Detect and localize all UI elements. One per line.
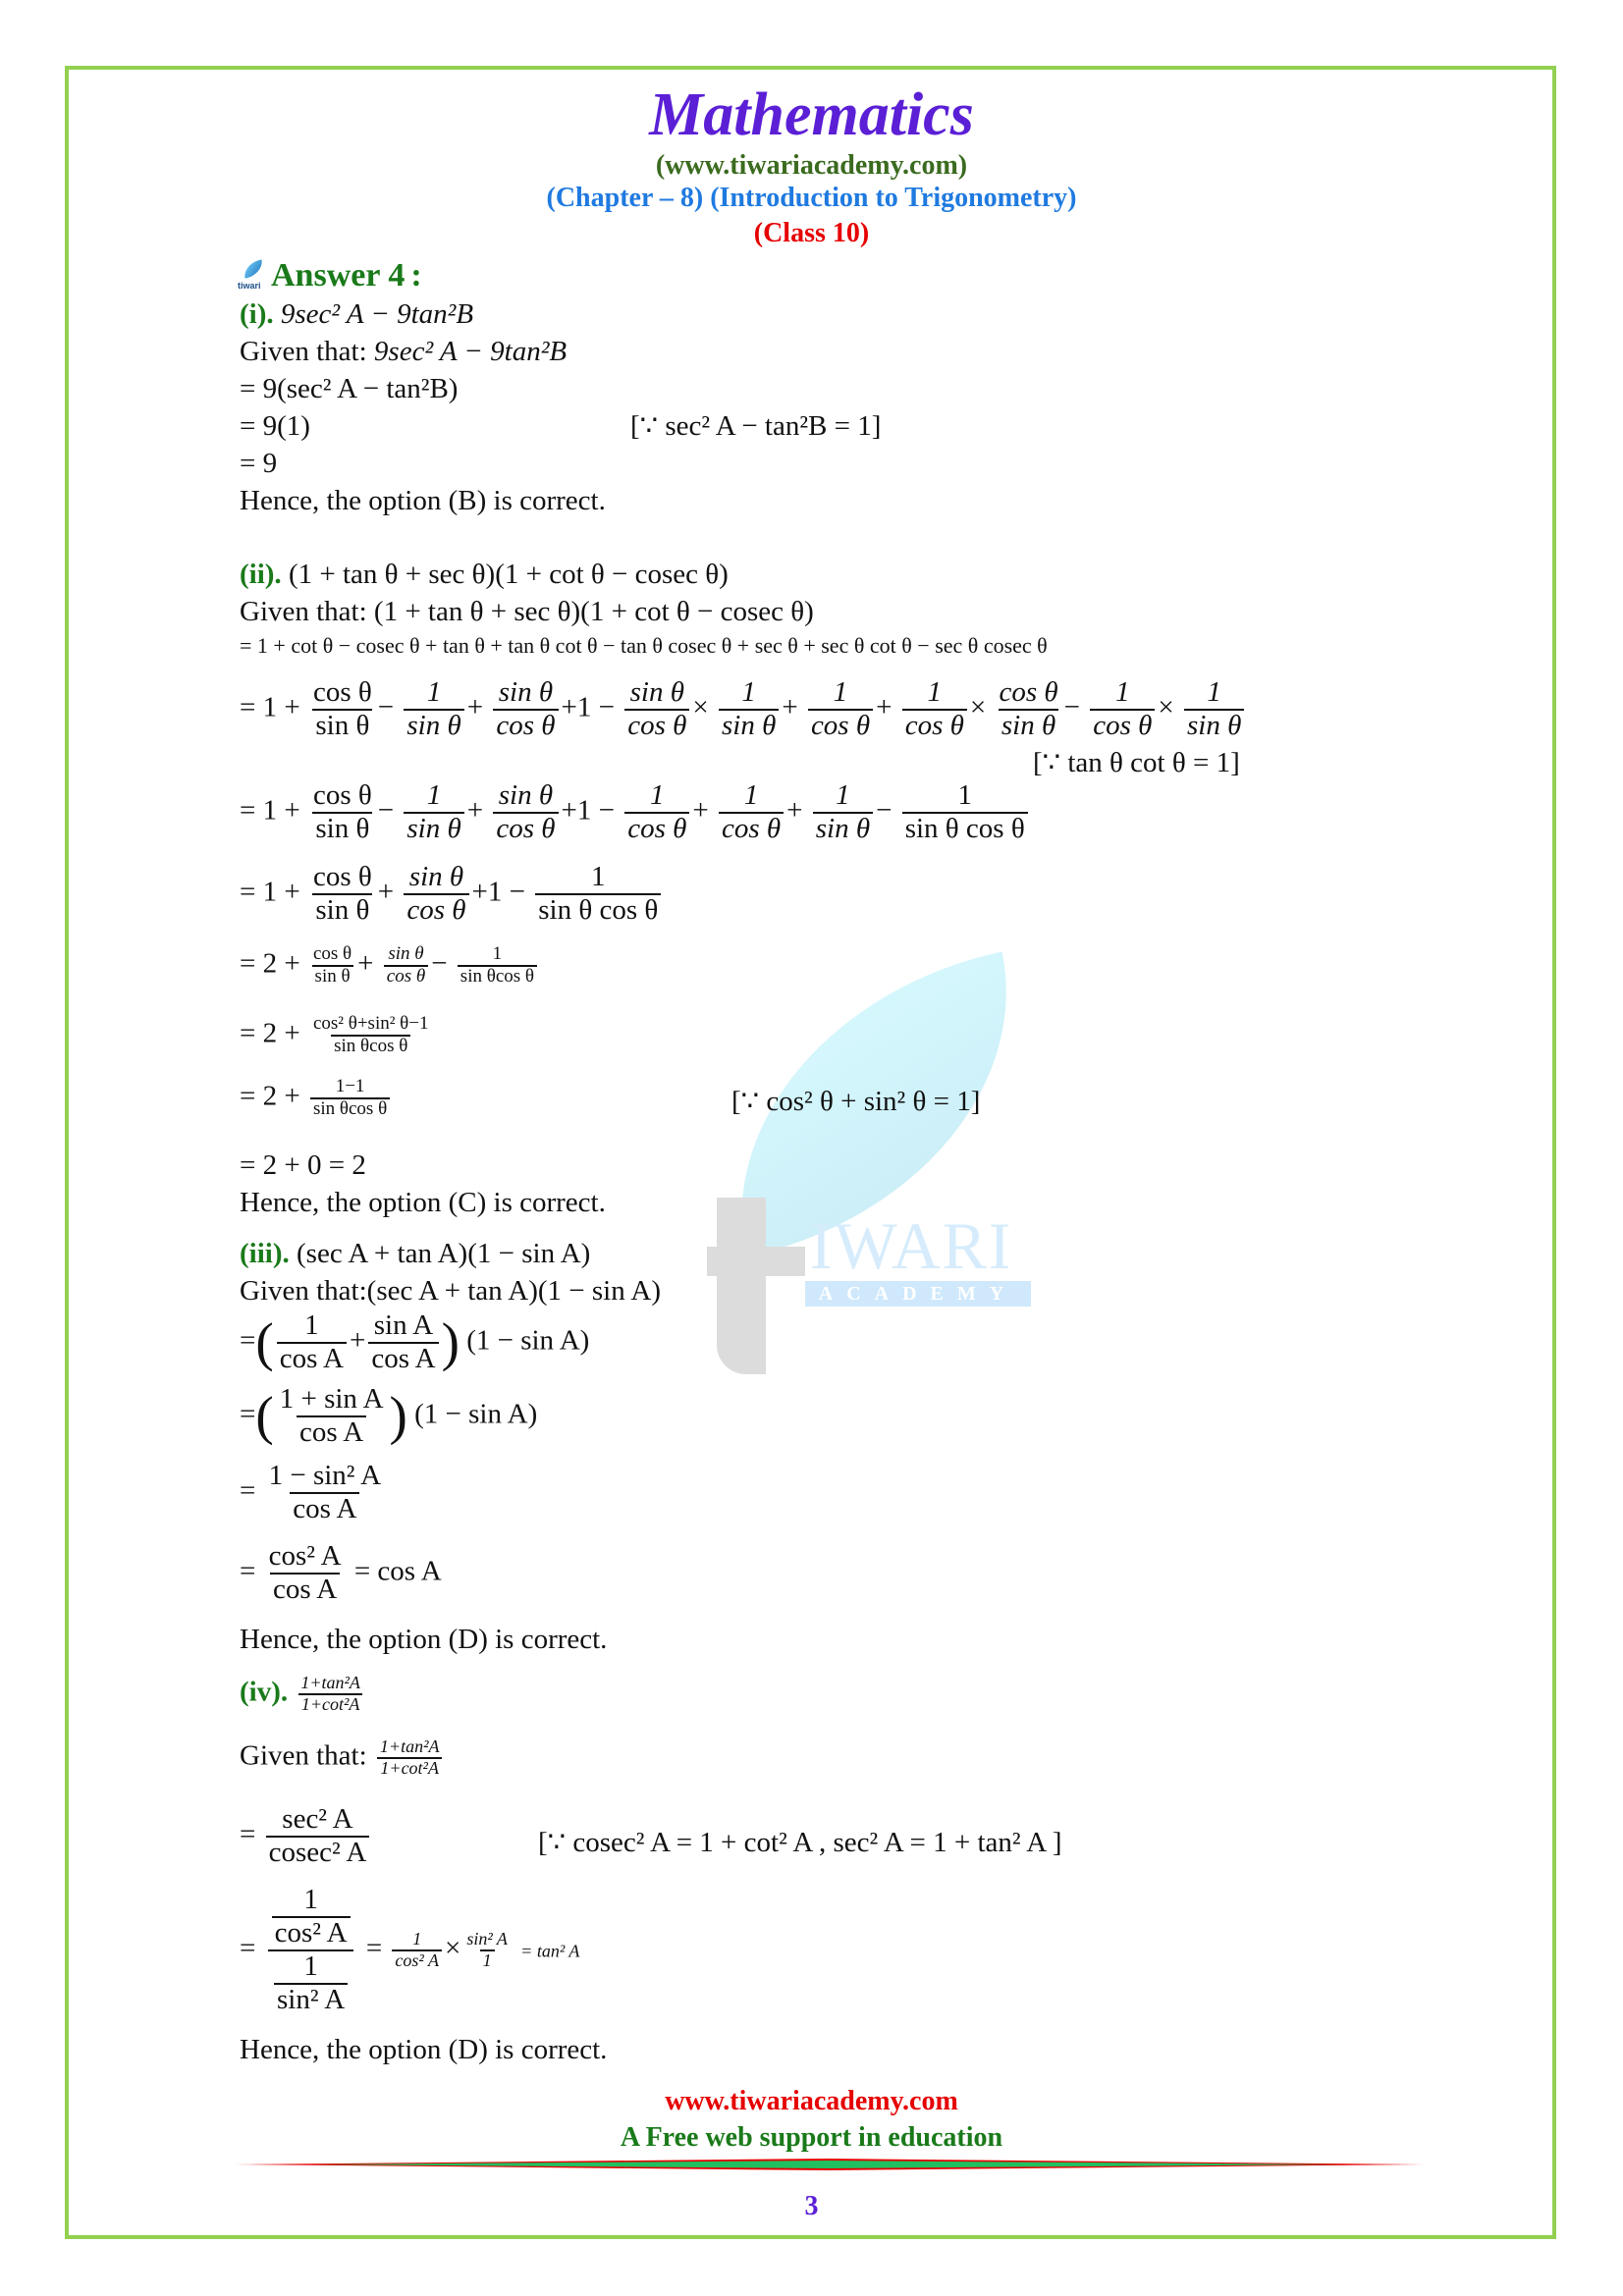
footer-tagline: A Free web support in education [620, 2122, 1003, 2153]
part-ii-step-fractions-3: = 1 + cos θ sin θ + sin θ cos θ +1 − 1 sin θ … [240, 861, 664, 927]
part-ii-expr: (1 + tan θ + sec θ)(1 + cot θ − cosec θ) [288, 559, 729, 590]
part-ii-step-4: = 2 + cos θ sin θ + sin θ cos θ − 1 sin θcos … [240, 943, 540, 988]
part-i-conclusion: Hence, the option (B) is correct. [240, 485, 606, 516]
part-ii-question: (ii). (1 + tan θ + sec θ)(1 + cot θ − co… [240, 559, 729, 591]
page-number: 3 [804, 2191, 819, 2221]
part-iii-conclusion: Hence, the option (D) is correct. [240, 1624, 608, 1655]
part-i-expr: 9sec² A − 9tan²B [280, 298, 474, 330]
part-iv-step1: = sec² Acosec² A [240, 1803, 372, 1869]
part-ii-reason1: [∵ tan θ cot θ = 1] [1033, 747, 1240, 778]
part-ii-step-fractions-2: = 1 + cos θ sin θ − 1 sin θ + sin θ cos θ +1 −… [240, 779, 1031, 845]
part-ii-given: Given that: (1 + tan θ + sec θ)(1 + cot … [240, 596, 814, 628]
class-heading: (Class 10) [753, 218, 870, 248]
part-iii-step2: =(1 + sin Acos A) (1 − sin A) [240, 1383, 538, 1448]
part-iv-conclusion: Hence, the option (D) is correct. [240, 2034, 608, 2065]
given-prefix: Given that: [240, 336, 367, 367]
given-prefix: Given that: [240, 596, 367, 627]
part-iii-question: (iii). (sec A + tan A)(1 − sin A) [240, 1238, 591, 1270]
part-ii-step-5: = 2 + cos² θ+sin² θ−1 sin θcos θ [240, 1013, 429, 1056]
part-i-question: (i). 9sec² A − 9tan²B [240, 298, 474, 331]
part-ii-step-fractions-1: = 1 + cos θ sin θ − 1 sin θ + sin θ cos θ +1 −… [240, 676, 1247, 742]
footer-site-link[interactable]: www.tiwariacademy.com [0, 2086, 1623, 2117]
part-iii-step4: = cos² Acos A = cos A [240, 1540, 442, 1605]
part-i-step2: = 9(1) [240, 410, 310, 442]
part-i-reason: [∵ sec² A − tan²B = 1] [630, 410, 882, 442]
part-iv-reason: [∵ cosec² A = 1 + cot² A , sec² A = 1 + … [538, 1827, 1062, 1858]
answer-heading-text: Answer 4 [271, 257, 406, 294]
part-ii-label: (ii). [240, 559, 282, 590]
tiwari-logo-icon: tiwari [238, 259, 265, 291]
part-iv-question: (iv). 1+tan²A 1+cot²A [240, 1673, 366, 1715]
page-title: Mathematics [649, 81, 974, 148]
part-iv-label: (iv). [240, 1676, 289, 1708]
footer-divider [234, 2159, 1424, 2170]
part-i-step1: = 9(sec² A − tan²B) [240, 373, 459, 404]
part-i-label: (i). [240, 298, 274, 330]
chapter-heading: (Chapter – 8) (Introduction to Trigonome… [546, 183, 1077, 213]
part-ii-reason2: [∵ cos² θ + sin² θ = 1] [731, 1086, 981, 1117]
answer-heading: tiwari Answer 4: [238, 257, 422, 294]
given-expr: (1 + tan θ + sec θ)(1 + cot θ − cosec θ) [373, 596, 814, 627]
part-iv-given: Given that: 1+tan²A 1+cot²A [240, 1736, 445, 1779]
site-link[interactable]: (www.tiwariacademy.com) [0, 150, 1623, 182]
part-ii-result: = 2 + 0 = 2 [240, 1149, 366, 1181]
given-expr: 9sec² A − 9tan²B [373, 336, 568, 367]
part-iii-step1: =(1 cos A + sin Acos A) (1 − sin A) [240, 1309, 590, 1374]
part-iii-given: Given that:(sec A + tan A)(1 − sin A) [240, 1275, 661, 1307]
part-i-given: Given that: 9sec² A − 9tan²B [240, 336, 568, 368]
part-ii-conclusion: Hence, the option (C) is correct. [240, 1187, 606, 1218]
part-ii-expand: = 1 + cot θ − cosec θ + tan θ + tan θ co… [240, 633, 1048, 658]
part-iii-step3: = 1 − sin² Acos A [240, 1460, 382, 1524]
part-iv-step2: = 1 cos² A 1 sin² A = 1 cos² A × sin² A1 = tan… [240, 1884, 580, 2015]
part-iii-expr: (sec A + tan A)(1 − sin A) [297, 1238, 591, 1269]
answer-colon: : [410, 257, 422, 294]
part-ii-step-6: = 2 + 1−1 sin θcos θ [240, 1076, 393, 1120]
part-iii-label: (iii). [240, 1238, 290, 1269]
part-i-step3: = 9 [240, 448, 278, 479]
